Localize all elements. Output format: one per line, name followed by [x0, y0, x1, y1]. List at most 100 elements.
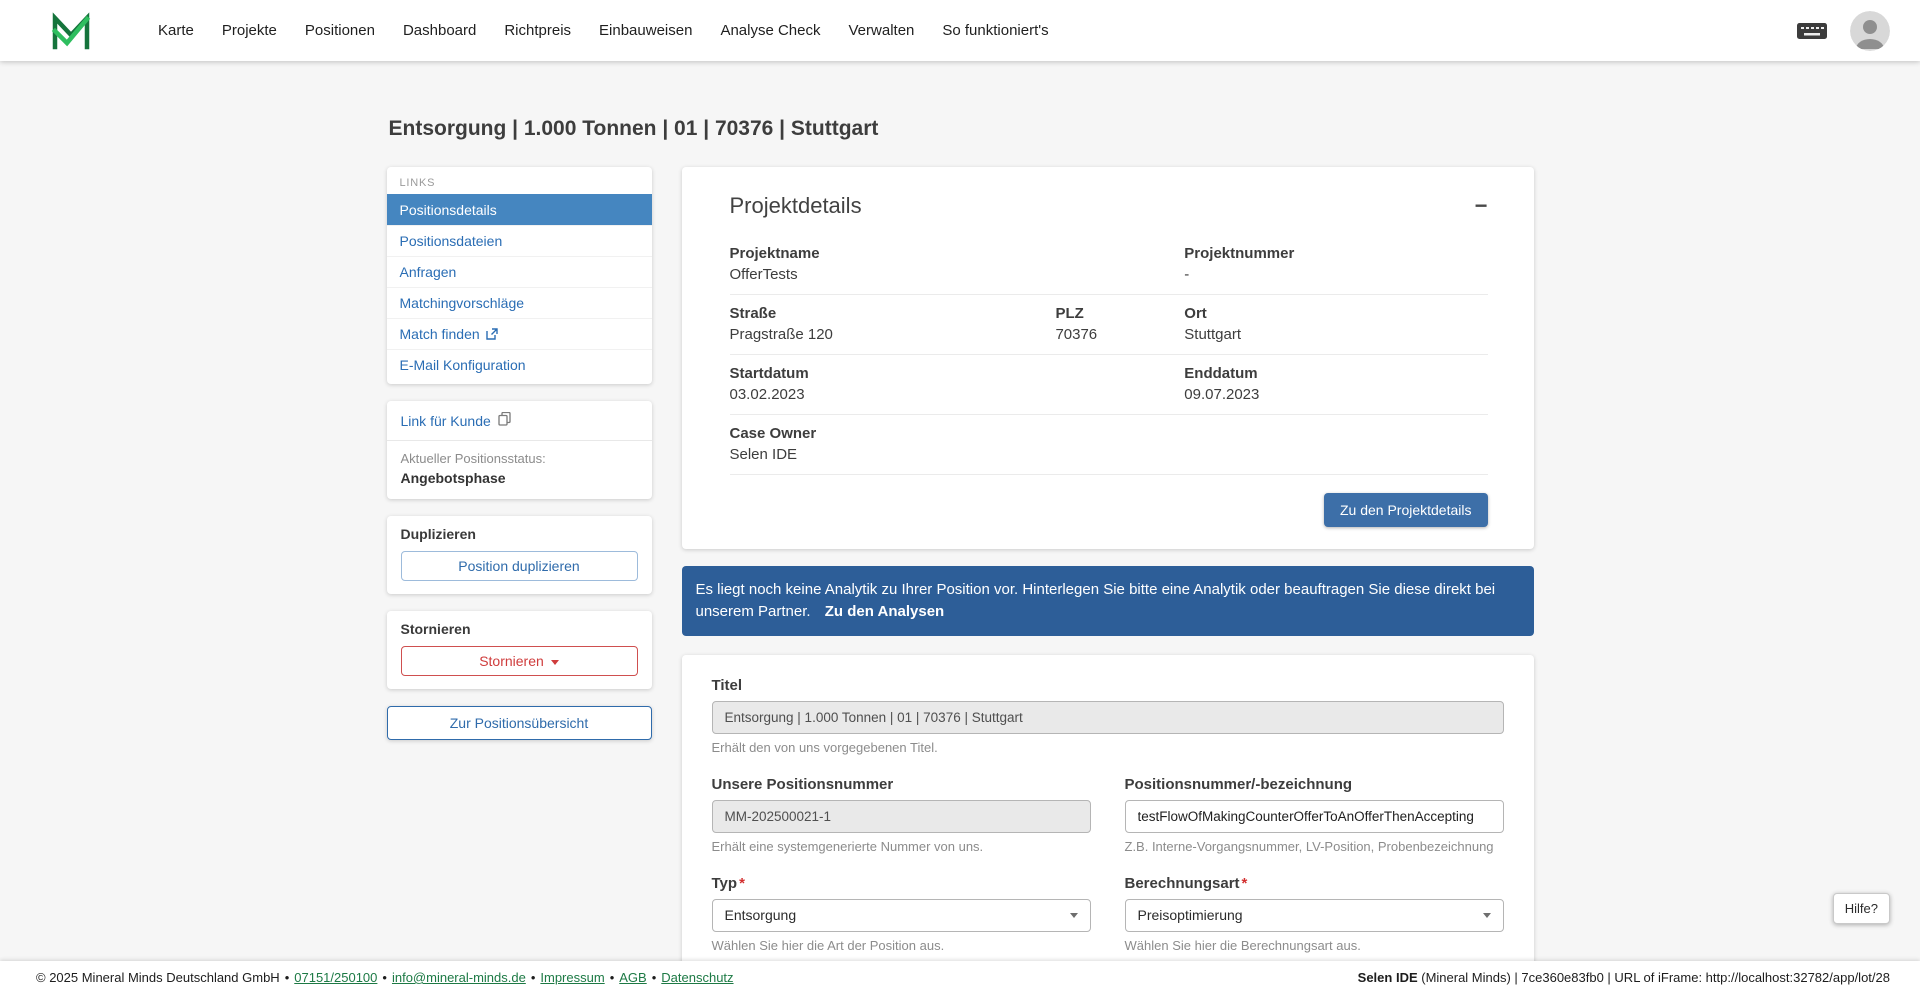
nav-item-karte[interactable]: Karte [158, 22, 194, 39]
sidebar-item-email-konfiguration[interactable]: E-Mail Konfiguration [386, 349, 652, 380]
analytics-banner: Es liegt noch keine Analytik zu Ihrer Po… [681, 566, 1534, 636]
duplicate-card: Duplizieren Position duplizieren [386, 516, 652, 594]
sidebar-item-anfragen[interactable]: Anfragen [386, 256, 652, 287]
links-card: Links Positionsdetails Positionsdateien … [386, 167, 652, 384]
copy-icon [498, 411, 511, 429]
links-header: Links [399, 177, 436, 189]
phone-link[interactable]: 07151/250100 [294, 970, 377, 985]
external-link-icon [485, 328, 498, 340]
positionsnummer-help: Erhält eine systemgenerierte Nummer von … [711, 838, 984, 854]
berechnungsart-help: Wählen Sie hier die Berechnungsart aus. [1124, 937, 1361, 953]
email-link[interactable]: info@mineral-minds.de [392, 970, 526, 985]
nav-item-analyse-check[interactable]: Analyse Check [720, 22, 820, 39]
bezeichnung-input[interactable] [1124, 799, 1504, 833]
berechnungsart-select[interactable]: Preisoptimierung [1124, 898, 1504, 932]
position-form-card: Titel Erhält den von uns vorgegebenen Ti… [681, 654, 1534, 994]
footer: © 2025 Mineral Minds Deutschland GmbH • … [0, 961, 1920, 994]
status-label: Aktueller Positionsstatus: [400, 451, 546, 466]
main-column: Projektdetails − Projektname OfferTests … [681, 167, 1534, 994]
top-nav: Karte Projekte Positionen Dashboard Rich… [0, 0, 1920, 61]
required-marker: * [1241, 874, 1248, 892]
titel-help: Erhält den von uns vorgegebenen Titel. [711, 739, 938, 755]
project-fields: Projektname OfferTests Projektnummer - S… [729, 235, 1488, 475]
footer-left: © 2025 Mineral Minds Deutschland GmbH • … [36, 970, 734, 985]
banner-text: Es liegt noch keine Analytik zu Ihrer Po… [695, 581, 1496, 620]
customer-link-label: Link für Kunde [400, 412, 491, 429]
sidebar-item-label: Matchingvorschläge [399, 295, 525, 311]
nav-item-einbauweisen[interactable]: Einbauweisen [599, 22, 692, 39]
main-nav: Karte Projekte Positionen Dashboard Rich… [158, 22, 1796, 39]
help-button[interactable]: Hilfe? [1832, 893, 1890, 924]
copyright-text: © 2025 Mineral Minds Deutschland GmbH [36, 970, 280, 985]
field-case-owner: Case Owner Selen IDE [729, 425, 817, 463]
typ-label: Typ * [711, 874, 745, 892]
caret-down-icon [550, 659, 559, 665]
bezeichnung-field: Positionsnummer/-bezeichnung Z.B. Intern… [1124, 775, 1504, 854]
nav-item-richtpreis[interactable]: Richtpreis [504, 22, 571, 39]
sidebar-item-label: Positionsdateien [399, 233, 503, 249]
nav-item-verwalten[interactable]: Verwalten [849, 22, 915, 39]
titel-input [711, 700, 1504, 734]
typ-select[interactable]: Entsorgung [711, 898, 1091, 932]
project-details-title: Projektdetails [729, 193, 862, 218]
sidebar-item-positionsdetails[interactable]: Positionsdetails [386, 194, 652, 225]
position-status: Aktueller Positionsstatus: Angebotsphase [387, 441, 652, 499]
agb-link[interactable]: AGB [619, 970, 646, 985]
nav-right [1796, 10, 1890, 51]
required-marker: * [739, 874, 745, 892]
datenschutz-link[interactable]: Datenschutz [661, 970, 733, 985]
avatar[interactable] [1850, 10, 1890, 51]
field-plz: PLZ 70376 [1055, 305, 1098, 343]
status-card: Link für Kunde Aktueller Positionsstatus… [386, 401, 652, 499]
typ-select-value: Entsorgung [724, 907, 797, 923]
footer-session-text: (Mineral Minds) | 7ce360e83fb0 | URL of … [1417, 970, 1890, 985]
duplicate-position-button[interactable]: Position duplizieren [400, 551, 638, 581]
nav-item-positionen[interactable]: Positionen [305, 22, 375, 39]
positionsnummer-field: Unsere Positionsnummer Erhält eine syste… [711, 775, 1091, 854]
impressum-link[interactable]: Impressum [540, 970, 604, 985]
typ-help: Wählen Sie hier die Art der Position aus… [711, 937, 945, 953]
field-projektnummer: Projektnummer - [1184, 245, 1295, 283]
berechnungsart-label: Berechnungsart * [1124, 874, 1248, 892]
collapse-icon[interactable]: − [1475, 195, 1488, 217]
footer-session-info: Selen IDE (Mineral Minds) | 7ce360e83fb0… [1358, 970, 1890, 985]
keyboard-icon[interactable] [1796, 20, 1828, 42]
nav-item-dashboard[interactable]: Dashboard [403, 22, 476, 39]
nav-item-so-funktionierts[interactable]: So funktioniert's [942, 22, 1048, 39]
berechnungsart-field: Berechnungsart * Preisoptimierung Wählen … [1124, 874, 1504, 953]
cancel-header: Stornieren [400, 621, 471, 637]
positionsnummer-label: Unsere Positionsnummer [711, 775, 894, 793]
sidebar-item-label: Positionsdetails [399, 202, 497, 218]
field-projektname: Projektname OfferTests [729, 245, 820, 283]
titel-field: Titel Erhält den von uns vorgegebenen Ti… [711, 676, 1504, 755]
field-enddatum: Enddatum 09.07.2023 [1184, 365, 1260, 403]
berechnungsart-select-value: Preisoptimierung [1137, 907, 1243, 923]
caret-down-icon [1482, 912, 1491, 918]
bezeichnung-help: Z.B. Interne-Vorgangsnummer, LV-Position… [1124, 838, 1494, 854]
sidebar-item-positionsdateien[interactable]: Positionsdateien [386, 225, 652, 256]
nav-item-projekte[interactable]: Projekte [222, 22, 277, 39]
titel-label: Titel [711, 676, 743, 694]
sidebar: Links Positionsdetails Positionsdateien … [386, 167, 652, 740]
project-details-button[interactable]: Zu den Projektdetails [1323, 493, 1488, 527]
sidebar-item-match-finden[interactable]: Match finden [386, 318, 652, 349]
sidebar-item-matchingvorschlaege[interactable]: Matchingvorschläge [386, 287, 652, 318]
bezeichnung-label: Positionsnummer/-bezeichnung [1124, 775, 1353, 793]
cancel-dropdown-button[interactable]: Stornieren [400, 646, 638, 676]
customer-link[interactable]: Link für Kunde [386, 401, 652, 441]
typ-field: Typ * Entsorgung Wählen Sie hier die Art … [711, 874, 1091, 953]
positionsnummer-input [711, 799, 1091, 833]
cancel-card: Stornieren Stornieren [386, 611, 652, 689]
footer-user: Selen IDE [1357, 970, 1418, 985]
field-strasse: Straße Pragstraße 120 [729, 305, 833, 343]
analyses-link[interactable]: Zu den Analysen [825, 603, 944, 620]
mineral-minds-logo[interactable] [50, 10, 92, 52]
sidebar-item-label: Match finden [399, 326, 480, 342]
project-details-card: Projektdetails − Projektname OfferTests … [681, 167, 1534, 549]
position-overview-button[interactable]: Zur Positionsübersicht [386, 706, 652, 740]
caret-down-icon [1069, 912, 1078, 918]
field-ort: Ort Stuttgart [1184, 305, 1241, 343]
sidebar-item-label: E-Mail Konfiguration [399, 357, 526, 373]
duplicate-header: Duplizieren [400, 526, 476, 542]
page-title: Entsorgung | 1.000 Tonnen | 01 | 70376 |… [388, 117, 879, 140]
